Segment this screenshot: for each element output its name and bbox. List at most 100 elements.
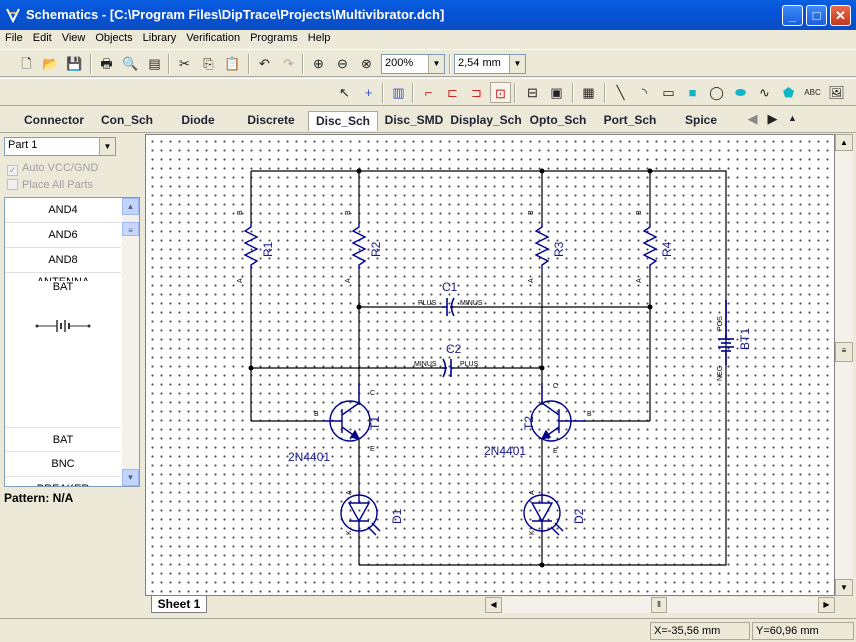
menu-objects[interactable]: Objects (90, 30, 137, 44)
filled-ellipse-icon[interactable]: ⬬ (730, 82, 751, 103)
polygon-icon[interactable]: ⬟ (778, 82, 799, 103)
cut-icon[interactable]: ✂ (174, 53, 195, 74)
crosshair-icon[interactable]: + (358, 82, 379, 103)
sheet-bar: Sheet 1 ◀ ⦀ ▶ (145, 596, 853, 614)
save-icon[interactable]: 💾 (64, 53, 85, 74)
menu-edit[interactable]: Edit (28, 30, 57, 44)
bus-icon[interactable]: ⊏ (442, 82, 463, 103)
menu-verification[interactable]: Verification (181, 30, 245, 44)
rectangle-icon[interactable]: ▭ (658, 82, 679, 103)
led-d1 (340, 493, 381, 536)
minimize-button[interactable]: _ (782, 5, 803, 26)
zoom-fit-icon[interactable]: ⊗ (356, 53, 377, 74)
t2-pin-b: B (587, 411, 592, 418)
wire-icon[interactable]: ⌐ (418, 82, 439, 103)
line-icon[interactable]: ╲ (610, 82, 631, 103)
transistor-t2 (530, 383, 586, 442)
menu-view[interactable]: View (57, 30, 91, 44)
tab-diode[interactable]: Diode (168, 111, 228, 131)
scroll-right-icon[interactable]: ▶ (818, 597, 835, 613)
scroll-up-icon[interactable]: ▲ (835, 134, 853, 151)
library-tabs: Connector Con_Sch Diode Discrete Disc_Sc… (0, 106, 856, 133)
grid-combo[interactable]: 2,54 mm ▼ (454, 54, 526, 74)
list-item[interactable]: BAT (5, 427, 121, 452)
schematic-canvas[interactable]: R1 R2 R3 R4 C1 C2 BT1 T1 T2 2N4401 2N440… (145, 134, 835, 596)
scroll-thumb[interactable]: ≡ (835, 342, 853, 362)
sheet-tab[interactable]: Sheet 1 (151, 596, 207, 613)
new-file-icon[interactable]: 🗋 (16, 53, 37, 74)
scroll-left-icon[interactable]: ◀ (485, 597, 502, 613)
grid-value: 2,54 mm (458, 57, 501, 69)
canvas-horizontal-scrollbar[interactable]: ◀ ⦀ ▶ (485, 597, 835, 613)
image-icon[interactable]: 🖼 (826, 82, 847, 103)
list-item[interactable]: AND4 (5, 198, 121, 223)
zoom-in-icon[interactable]: ⊕ (308, 53, 329, 74)
close-button[interactable]: ✕ (830, 5, 851, 26)
chevron-down-icon[interactable]: ▼ (428, 55, 444, 73)
place-all-checkbox[interactable]: Place All Parts (7, 179, 93, 191)
print-preview-icon[interactable]: 🔍 (120, 53, 141, 74)
chevron-down-icon[interactable]: ▼ (509, 55, 525, 73)
menu-library[interactable]: Library (138, 30, 182, 44)
tab-connector[interactable]: Connector (20, 111, 88, 131)
tab-port-sch[interactable]: Port_Sch (598, 111, 662, 131)
report-icon[interactable]: ▤ (144, 53, 165, 74)
list-item[interactable]: AND6 (5, 223, 121, 248)
list-item[interactable]: AND8 (5, 248, 121, 273)
tab-opto-sch[interactable]: Opto_Sch (526, 111, 590, 131)
zoom-combo[interactable]: 200% ▼ (381, 54, 445, 74)
list-item[interactable]: BNC (5, 452, 121, 477)
scroll-up-icon[interactable]: ▲ (122, 198, 139, 215)
auto-vcc-checkbox[interactable]: ✓ Auto VCC/GND (7, 162, 98, 176)
list-item[interactable]: BREAKER (5, 477, 121, 486)
tab-con-sch[interactable]: Con_Sch (96, 111, 158, 131)
menu-help[interactable]: Help (303, 30, 336, 44)
undo-icon[interactable]: ↶ (254, 53, 275, 74)
pointer-icon[interactable]: ↖ (334, 82, 355, 103)
paste-icon[interactable]: 📋 (222, 53, 243, 74)
chip-icon[interactable]: ▣ (546, 82, 567, 103)
redo-icon[interactable]: ↷ (278, 53, 299, 74)
tab-discrete[interactable]: Discrete (238, 111, 304, 131)
open-folder-icon[interactable]: 📂 (40, 53, 61, 74)
zoom-out-icon[interactable]: ⊖ (332, 53, 353, 74)
status-y: Y=60,96 mm (752, 622, 854, 640)
arc-icon[interactable]: ◝ (634, 82, 655, 103)
polyline-icon[interactable]: ∿ (754, 82, 775, 103)
chevron-down-icon[interactable]: ▼ (99, 138, 115, 155)
part-select[interactable]: Part 1 ▼ (4, 137, 116, 156)
net-port-icon[interactable]: ⊐ (466, 82, 487, 103)
tab-menu-icon[interactable]: ▲ (782, 108, 803, 129)
copy-icon[interactable]: ⎘ (198, 53, 219, 74)
part-list-scrollbar[interactable]: ▲ ≡ ▼ (122, 198, 139, 486)
pin-label: B (345, 210, 352, 215)
tab-display-sch[interactable]: Display_Sch (449, 111, 523, 131)
text-icon[interactable]: ABC (802, 82, 823, 103)
tab-disc-smd[interactable]: Disc_SMD (382, 111, 446, 131)
scroll-thumb[interactable]: ⦀ (651, 597, 667, 613)
menu-programs[interactable]: Programs (245, 30, 303, 44)
tab-disc-sch[interactable]: Disc_Sch (308, 111, 378, 131)
tab-spice[interactable]: Spice (676, 111, 726, 131)
table-icon[interactable]: ▦ (578, 82, 599, 103)
tab-scroll-right-icon[interactable]: ▶ (762, 108, 783, 129)
scroll-down-icon[interactable]: ▼ (122, 469, 139, 486)
print-icon[interactable]: 🖶 (96, 53, 117, 74)
component-icon[interactable]: ▥ (388, 82, 409, 103)
scroll-down-icon[interactable]: ▼ (835, 579, 853, 596)
canvas-vertical-scrollbar[interactable]: ▲ ≡ ▼ (835, 134, 853, 596)
net-label-icon[interactable]: ⊡ (490, 82, 511, 103)
tab-scroll-left-icon[interactable]: ◀ (742, 108, 763, 129)
filled-rectangle-icon[interactable]: ■ (682, 82, 703, 103)
scroll-thumb[interactable]: ≡ (122, 222, 139, 236)
resistor-r3 (534, 223, 550, 269)
t1-value: 2N4401 (288, 450, 330, 464)
maximize-button[interactable]: □ (806, 5, 827, 26)
t1-pin-e: E (370, 446, 375, 453)
c2-minus: MINUS (414, 361, 437, 368)
led-d2 (523, 493, 564, 536)
menu-file[interactable]: File (0, 30, 28, 44)
bus-connector-icon[interactable]: ⊟ (522, 82, 543, 103)
ellipse-icon[interactable]: ◯ (706, 82, 727, 103)
schematic: R1 R2 R3 R4 C1 C2 BT1 T1 T2 2N4401 2N440… (237, 168, 752, 568)
